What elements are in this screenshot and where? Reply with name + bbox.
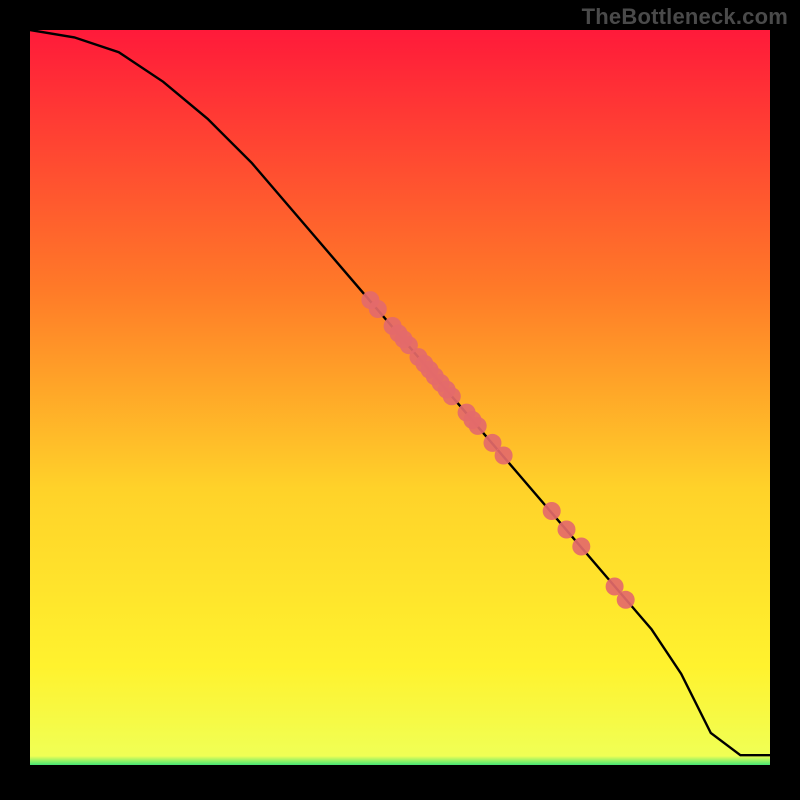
x-axis-bar <box>30 765 770 770</box>
plot-area <box>30 30 770 770</box>
data-point <box>617 591 635 609</box>
gradient-background <box>30 30 770 770</box>
data-point <box>495 447 513 465</box>
data-point <box>443 387 461 405</box>
data-point <box>369 300 387 318</box>
watermark-text: TheBottleneck.com <box>582 4 788 30</box>
data-point <box>558 521 576 539</box>
bottleneck-chart <box>30 30 770 770</box>
data-point <box>469 417 487 435</box>
chart-frame: TheBottleneck.com <box>0 0 800 800</box>
data-point <box>572 538 590 556</box>
data-point <box>543 502 561 520</box>
